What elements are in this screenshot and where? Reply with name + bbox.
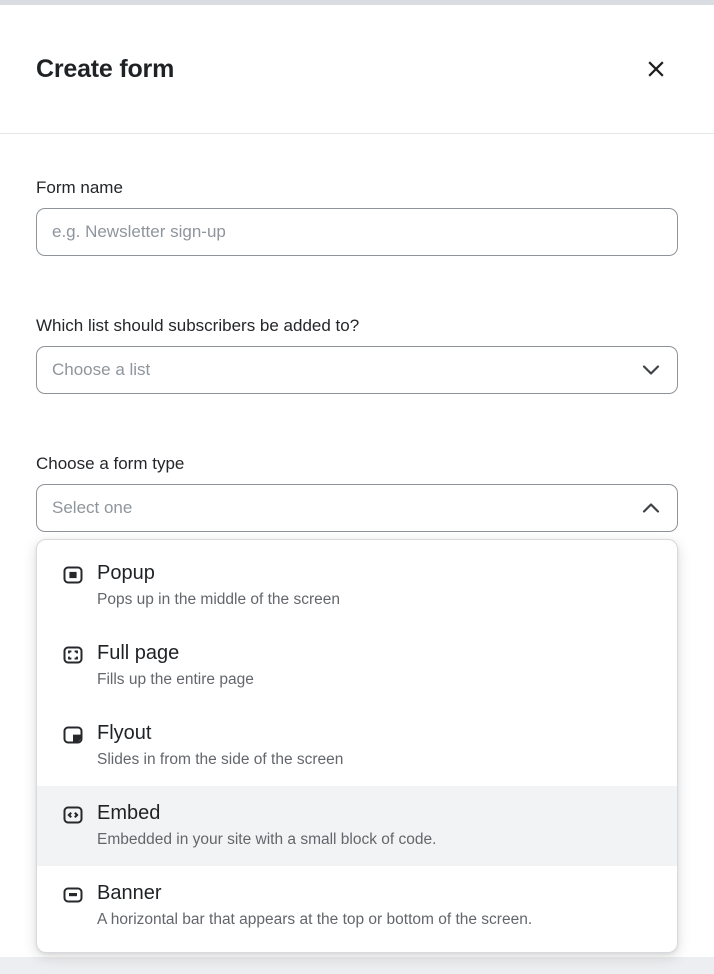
option-title: Flyout [97, 720, 343, 747]
form-type-option-banner[interactable]: Banner A horizontal bar that appears at … [37, 866, 677, 946]
form-type-option-full-page[interactable]: Full page Fills up the entire page [37, 626, 677, 706]
option-description: Slides in from the side of the screen [97, 749, 343, 770]
option-description: Embedded in your site with a small block… [97, 829, 436, 850]
popup-icon [63, 565, 83, 585]
subscriber-list-select[interactable]: Choose a list [36, 346, 678, 394]
option-title: Popup [97, 560, 340, 587]
page-background-strip [0, 957, 714, 974]
close-icon [644, 57, 668, 81]
form-name-input[interactable] [36, 208, 678, 256]
option-description: A horizontal bar that appears at the top… [97, 909, 532, 930]
form-type-option-popup[interactable]: Popup Pops up in the middle of the scree… [37, 546, 677, 626]
create-form-modal: Create form Form name Which list should … [0, 0, 714, 974]
chevron-down-icon [638, 357, 664, 383]
option-title: Embed [97, 800, 436, 827]
embed-icon [63, 805, 83, 825]
form-type-select[interactable]: Select one [36, 484, 678, 532]
flyout-icon [63, 725, 83, 745]
form-type-label: Choose a form type [36, 453, 678, 474]
form-type-dropdown: Popup Pops up in the middle of the scree… [36, 539, 678, 953]
form-type-select-value: Select one [52, 498, 132, 518]
form-type-option-flyout[interactable]: Flyout Slides in from the side of the sc… [37, 706, 677, 786]
option-description: Pops up in the middle of the screen [97, 589, 340, 610]
form-type-option-embed[interactable]: Embed Embedded in your site with a small… [37, 786, 677, 866]
modal-title: Create form [36, 55, 174, 84]
banner-icon [63, 885, 83, 905]
full-page-icon [63, 645, 83, 665]
option-title: Full page [97, 640, 254, 667]
modal-body: Form name Which list should subscribers … [0, 177, 714, 953]
modal-header: Create form [0, 5, 714, 134]
option-title: Banner [97, 880, 532, 907]
chevron-up-icon [638, 495, 664, 521]
option-description: Fills up the entire page [97, 669, 254, 690]
subscriber-list-label: Which list should subscribers be added t… [36, 315, 678, 336]
form-name-label: Form name [36, 177, 678, 198]
subscriber-list-select-value: Choose a list [52, 360, 150, 380]
close-button[interactable] [640, 53, 672, 85]
